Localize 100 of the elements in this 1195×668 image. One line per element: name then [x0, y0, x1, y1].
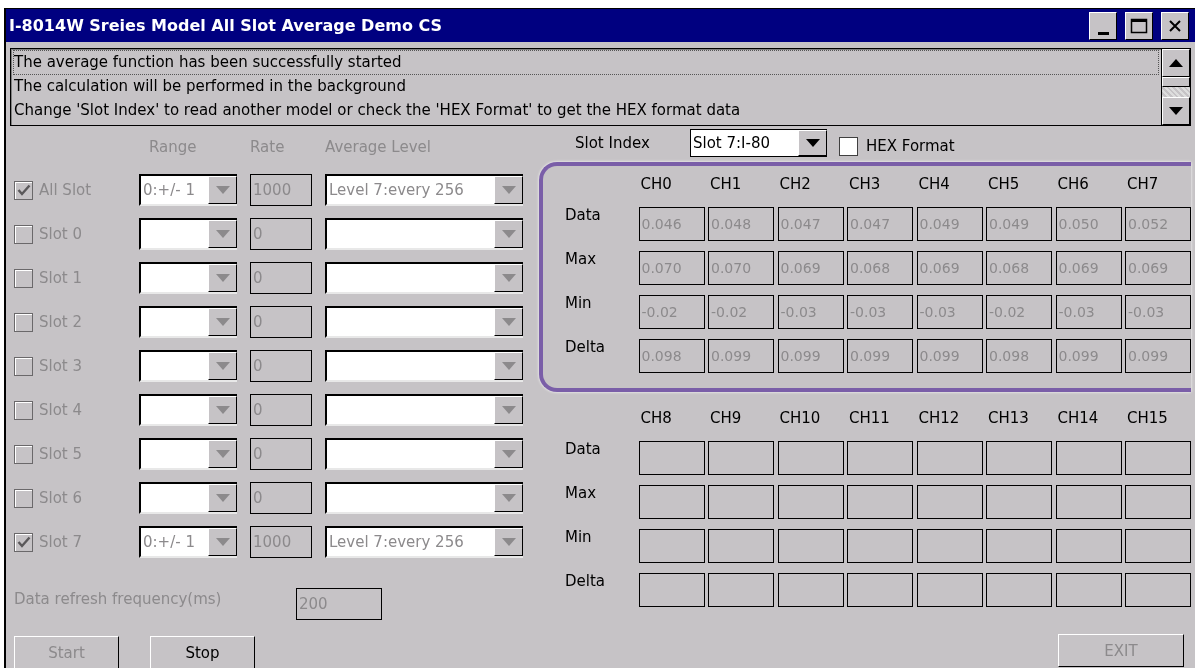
column-header: Range — [148, 138, 198, 156]
value-field: 0.046 — [638, 207, 705, 241]
channel-header: CH14 — [1056, 409, 1100, 427]
value-field: 0.069 — [777, 251, 844, 285]
refresh-label: Data refresh frequency(ms) — [14, 590, 223, 608]
value-field — [777, 485, 844, 519]
message-line[interactable]: The calculation will be performed in the background — [13, 74, 1159, 99]
value-field: 0.068 — [986, 251, 1052, 285]
row-label: Data — [565, 439, 602, 458]
row-label: Min — [565, 527, 593, 546]
value-field: -0.03 — [777, 295, 844, 329]
slot-index-label: Slot Index — [575, 134, 651, 152]
minimize-button[interactable] — [1089, 11, 1117, 40]
value-field: 0.052 — [1125, 207, 1191, 241]
caret-icon — [494, 440, 523, 468]
row-label: Delta — [565, 571, 607, 590]
caret-icon — [208, 528, 237, 556]
caret-icon — [208, 396, 237, 424]
value-field — [777, 573, 844, 607]
minimize-icon — [1097, 32, 1109, 35]
channel-header: CH7 — [1126, 175, 1160, 193]
value-field: -0.02 — [638, 295, 705, 329]
value-field — [986, 573, 1052, 607]
value-field: 0.049 — [986, 207, 1052, 241]
caret-icon — [798, 130, 827, 156]
value-field — [916, 573, 983, 607]
value-field — [708, 529, 774, 563]
value-field — [847, 441, 913, 475]
caret-icon — [208, 352, 237, 380]
value-field — [1125, 573, 1191, 607]
value-field — [638, 529, 705, 563]
checkbox-label: Slot 7 — [39, 533, 83, 551]
value-field: 0.069 — [916, 251, 983, 285]
checkbox-label: Slot 2 — [39, 313, 83, 331]
value-field: 0.048 — [708, 207, 774, 241]
caret-icon — [494, 396, 523, 424]
caret-icon — [208, 264, 237, 292]
channel-header: CH0 — [639, 175, 673, 193]
channel-header: CH3 — [848, 175, 882, 193]
channel-header: CH4 — [917, 175, 951, 193]
value-field: 0.047 — [777, 207, 844, 241]
value-field: 0.099 — [1125, 339, 1191, 373]
checkbox-label: Slot 3 — [39, 357, 83, 375]
value-field — [1055, 573, 1122, 607]
scroll-bar[interactable] — [1161, 49, 1190, 125]
channel-header: CH5 — [987, 175, 1021, 193]
value-field: 0.068 — [847, 251, 913, 285]
channel-header: CH11 — [848, 409, 891, 427]
caret-icon — [494, 528, 523, 556]
caret-icon — [494, 308, 523, 336]
value-field: 0.049 — [916, 207, 983, 241]
value-field — [986, 529, 1052, 563]
window-title: I-8014W Sreies Model All Slot Average Demo CS — [9, 16, 443, 35]
caret-icon — [208, 308, 237, 336]
value-field — [916, 529, 983, 563]
maximize-button[interactable] — [1125, 11, 1153, 40]
value-field: 0.099 — [708, 339, 774, 373]
channel-header: CH1 — [709, 175, 743, 193]
value-field — [916, 485, 983, 519]
row-label: Max — [565, 249, 597, 268]
value-field — [708, 441, 774, 475]
close-button[interactable] — [1161, 11, 1189, 40]
hex-format-checkbox[interactable] — [839, 136, 858, 156]
value-field: 0.050 — [1055, 207, 1122, 241]
checkbox-label: Slot 4 — [39, 401, 83, 419]
value-field: -0.03 — [1125, 295, 1191, 329]
value-field — [986, 441, 1052, 475]
slot-index-dropdown[interactable]: Slot 7:I-80 — [690, 129, 827, 157]
checkbox-label: Slot 0 — [39, 225, 83, 243]
channel-header: CH9 — [709, 409, 743, 427]
value-field — [777, 529, 844, 563]
value-field: 0.099 — [916, 339, 983, 373]
scroll-track[interactable] — [1162, 87, 1190, 97]
channel-header: CH13 — [987, 409, 1030, 427]
value-field — [1055, 529, 1122, 563]
caret-icon — [208, 176, 237, 204]
caret-icon — [494, 176, 523, 204]
value-field — [638, 573, 705, 607]
message-line[interactable]: Change 'Slot Index' to read another model or check the 'HEX Format' to get the HEX format data — [13, 98, 1159, 123]
value-field — [1055, 485, 1122, 519]
close-icon — [1168, 18, 1182, 33]
caret-icon — [208, 220, 237, 248]
value-field — [986, 485, 1052, 519]
checkbox-label: All Slot — [39, 181, 92, 199]
scroll-thumb[interactable] — [1162, 77, 1190, 87]
value-field — [777, 441, 844, 475]
checkbox-label: Slot 6 — [39, 489, 83, 507]
value-field: 0.069 — [1055, 251, 1122, 285]
value-field — [847, 485, 913, 519]
value-field: -0.02 — [708, 295, 774, 329]
caret-icon — [208, 440, 237, 468]
channel-header: CH15 — [1126, 409, 1169, 427]
scroll-down-icon — [1169, 107, 1183, 115]
value-field — [708, 485, 774, 519]
row-label: Max — [565, 483, 597, 502]
channel-header: CH8 — [639, 409, 673, 427]
channel-header: CH10 — [778, 409, 822, 427]
value-field: -0.03 — [916, 295, 983, 329]
value-field — [1055, 441, 1122, 475]
value-field: 0.047 — [847, 207, 913, 241]
